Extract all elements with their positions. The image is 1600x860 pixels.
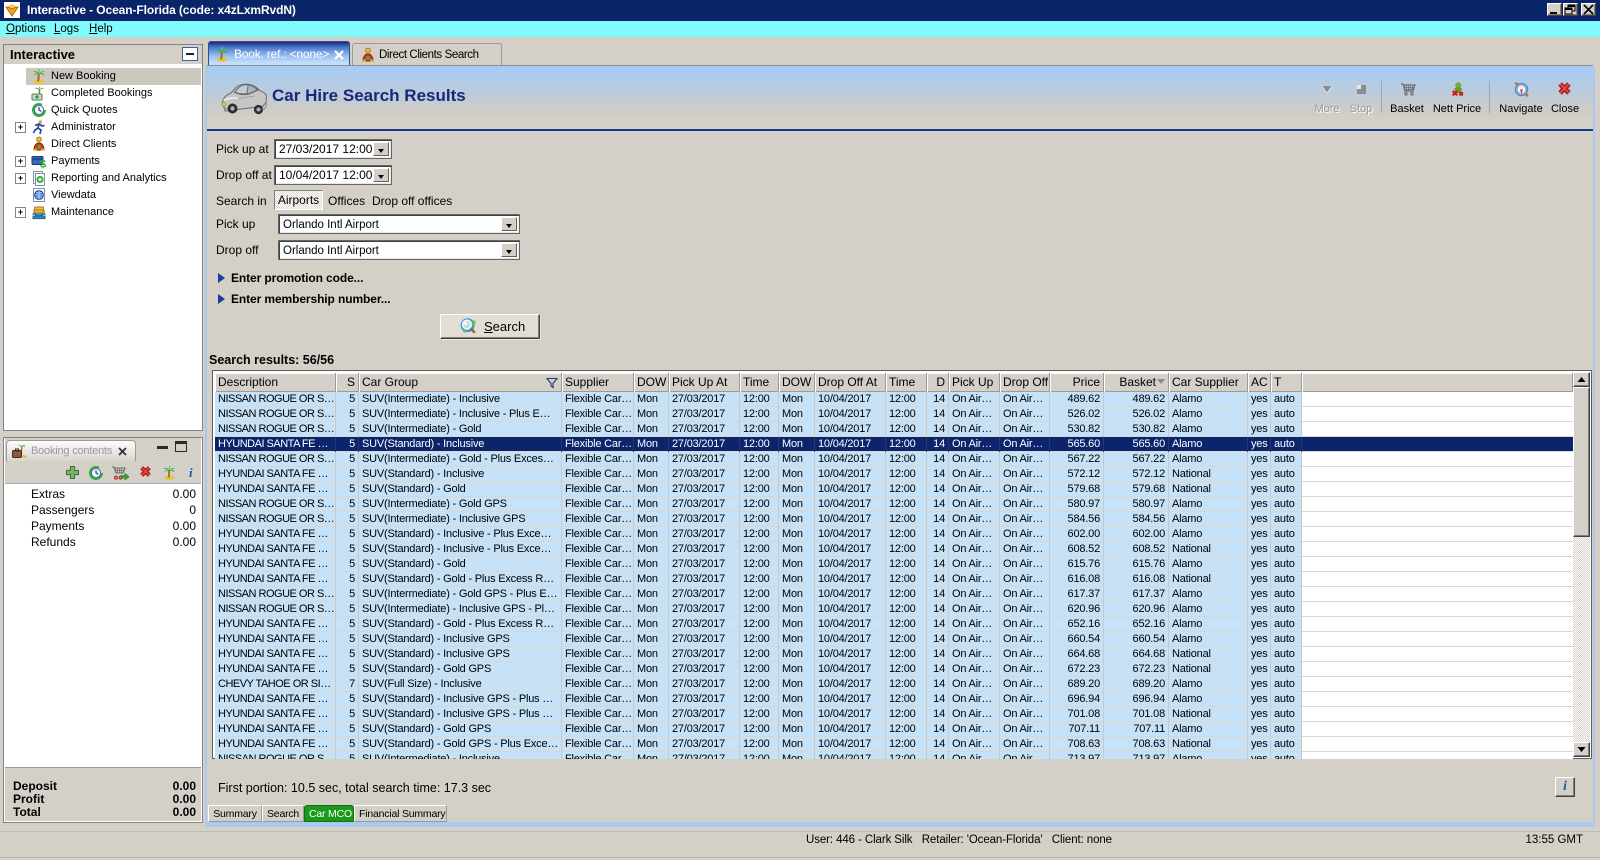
svg-text:$: $ <box>40 159 46 170</box>
svg-text:i: i <box>189 465 193 479</box>
